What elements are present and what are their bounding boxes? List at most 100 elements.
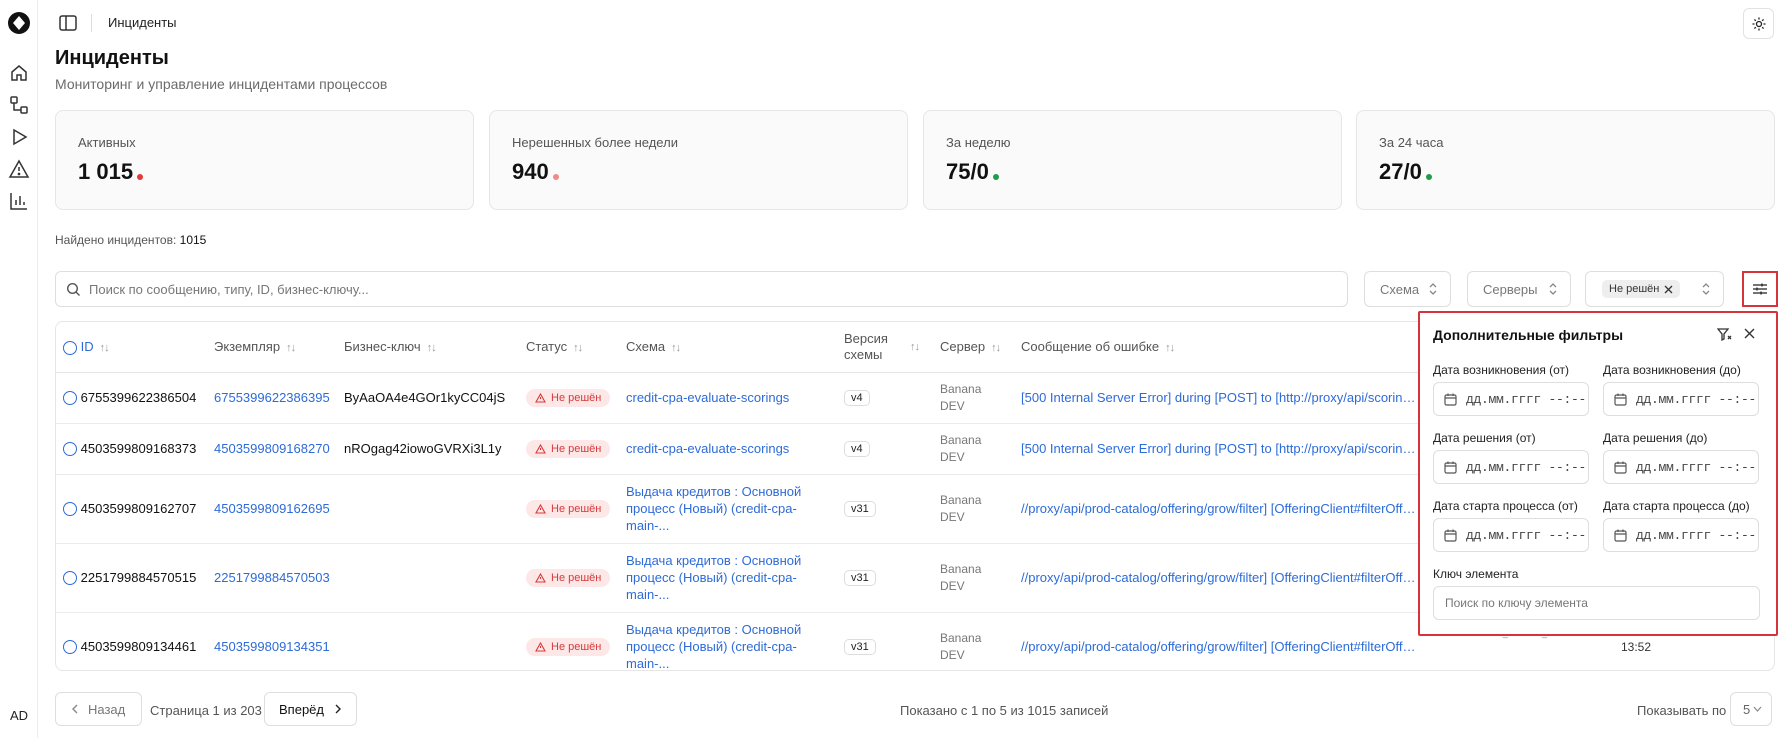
stat-value: 27/0 [1379,159,1422,184]
cell-server: Banana DEV [940,372,1021,424]
sort-icon[interactable]: ↑↓ [671,342,681,354]
instance-link[interactable]: 4503599809162695 [214,501,330,516]
app-logo-icon[interactable] [7,11,31,35]
incident-id: 4503599809162707 [80,500,197,516]
prev-page-label: Назад [88,701,126,717]
col-schema-label: Схема [626,339,666,355]
play-icon[interactable] [8,126,30,148]
cell-business-key [344,543,526,613]
warning-icon [535,503,546,514]
start-to-date-input[interactable]: дд.мм.гггг --:-- [1603,518,1759,552]
cell-server: Banana DEV [940,423,1021,475]
next-page-label: Вперёд [279,701,324,717]
row-checkbox[interactable] [63,640,77,655]
cell-schema: Выдача кредитов : Основной процесс (Новый… [626,612,844,670]
warning-icon[interactable] [8,158,30,180]
col-business-key[interactable]: Бизнес-ключ ↑↓ [344,322,526,373]
element-key-input[interactable]: Поиск по ключу элемента [1433,586,1760,620]
schema-link[interactable]: Выдача кредитов : Основной процесс (Новый… [626,552,844,603]
resolve-from-label: Дата решения (от) [1433,431,1536,445]
sidebar-toggle-icon[interactable] [57,12,79,34]
theme-toggle-button[interactable] [1743,8,1774,39]
sort-icon[interactable]: ↑↓ [427,342,437,354]
occur-to-label: Дата возникновения (до) [1603,363,1741,377]
home-icon[interactable] [8,62,30,84]
sliders-icon [1753,283,1767,295]
cell-id: 4503599809162707 [56,474,214,544]
app-window: AD Инциденты Инциденты Мониторинг и упра… [0,0,1788,738]
schema-filter-select[interactable]: Схема [1364,271,1451,307]
top-bar: Инциденты [38,0,1788,46]
incident-id: 2251799884570515 [80,569,197,585]
advanced-filters-button[interactable] [1742,271,1778,307]
status-filter-select[interactable]: Не решён [1585,271,1724,307]
status-dot [1425,174,1432,180]
col-schema[interactable]: Схема ↑↓ [626,322,844,373]
error-message-link[interactable]: [500 Internal Server Error] during [POST… [1021,441,1421,456]
start-from-date-input[interactable]: дд.мм.гггг --:-- [1433,518,1589,552]
row-checkbox[interactable] [63,442,77,457]
row-checkbox[interactable] [63,571,77,586]
cell-business-key: nROgag42iowoGVRXi3L1y [344,423,526,475]
version-badge: v31 [844,639,876,655]
close-icon[interactable] [1743,327,1756,340]
occur-from-date-input[interactable]: дд.мм.гггг --:-- [1433,382,1589,416]
analytics-icon[interactable] [8,190,30,212]
cell-instance: 4503599809162695 [214,474,344,544]
remove-chip-icon[interactable] [1664,285,1673,294]
cell-schema: Выдача кредитов : Основной процесс (Новый… [626,474,844,544]
status-filter-chip[interactable]: Не решён [1602,280,1681,298]
sort-icon[interactable]: ↑↓ [1165,342,1175,354]
servers-filter-select[interactable]: Серверы [1467,271,1571,307]
row-checkbox[interactable] [63,391,77,406]
cell-id: 4503599809168373 [56,423,214,475]
cell-instance: 2251799884570503 [214,543,344,613]
instance-link[interactable]: 4503599809134351 [214,639,330,654]
row-checkbox[interactable] [63,502,77,517]
col-version[interactable]: Версия схемы ↑↓ [844,322,940,373]
per-page-label: Показывать по [1637,703,1727,718]
error-message-link[interactable]: //proxy/api/prod-catalog/offering/grow/f… [1021,639,1421,654]
status-dot [552,174,559,180]
col-server[interactable]: Сервер ↑↓ [940,322,1021,373]
instance-link[interactable]: 4503599809168270 [214,441,330,456]
col-status[interactable]: Статус ↑↓ [526,322,626,373]
next-page-button[interactable]: Вперёд [264,692,357,726]
sort-icon[interactable]: ↑↓ [573,342,583,354]
servers-filter-label: Серверы [1483,281,1538,297]
schema-link[interactable]: credit-cpa-evaluate-scorings [626,389,844,406]
occur-to-date-input[interactable]: дд.мм.гггг --:-- [1603,382,1759,416]
schema-link[interactable]: Выдача кредитов : Основной процесс (Новый… [626,621,844,670]
stat-label: Активных [78,135,136,150]
stat-value-wrap: 940 [512,159,559,185]
breadcrumb[interactable]: Инциденты [108,15,177,30]
cell-status: Не решён [526,612,626,670]
cell-status: Не решён [526,474,626,544]
sort-icon[interactable]: ↑↓ [991,342,1001,354]
resolve-to-date-input[interactable]: дд.мм.гггг --:-- [1603,450,1759,484]
toolbar-divider [91,14,92,32]
clear-filters-icon[interactable] [1717,327,1732,342]
sort-icon[interactable]: ↑↓ [100,342,110,354]
page-subtitle: Мониторинг и управление инцидентами проц… [55,76,388,92]
col-instance[interactable]: Экземпляр ↑↓ [214,322,344,373]
prev-page-button[interactable]: Назад [55,692,142,726]
schema-link[interactable]: Выдача кредитов : Основной процесс (Новый… [626,483,844,534]
error-message-link[interactable]: //proxy/api/prod-catalog/offering/grow/f… [1021,501,1421,516]
per-page-select[interactable]: 5 [1730,692,1772,726]
error-message-link[interactable]: [500 Internal Server Error] during [POST… [1021,390,1421,405]
cell-status: Не решён [526,543,626,613]
stat-value: 1 015 [78,159,134,184]
process-schema-icon[interactable] [8,94,30,116]
sort-icon[interactable]: ↑↓ [910,341,920,353]
instance-link[interactable]: 2251799884570503 [214,570,330,585]
search-input[interactable] [89,281,1289,297]
schema-link[interactable]: credit-cpa-evaluate-scorings [626,440,844,457]
search-box[interactable] [55,271,1348,307]
select-all-checkbox[interactable] [63,340,77,355]
col-id[interactable]: ID ↑↓ [56,322,214,373]
resolve-from-date-input[interactable]: дд.мм.гггг --:-- [1433,450,1589,484]
instance-link[interactable]: 6755399622386395 [214,390,330,405]
error-message-link[interactable]: //proxy/api/prod-catalog/offering/grow/f… [1021,570,1421,585]
sort-icon[interactable]: ↑↓ [286,342,296,354]
